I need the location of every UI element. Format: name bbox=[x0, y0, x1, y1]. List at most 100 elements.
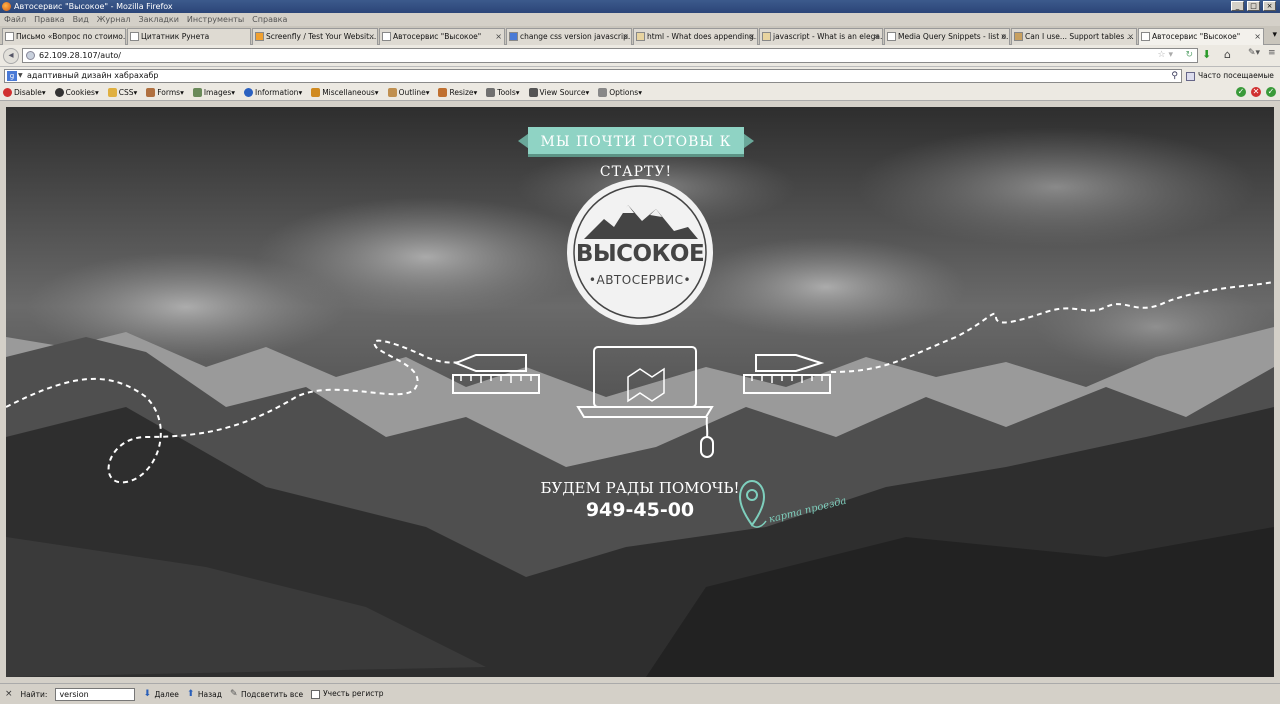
maximize-button[interactable]: □ bbox=[1247, 1, 1260, 11]
find-prev-label: Назад bbox=[197, 689, 222, 699]
web-developer-toolbar: Disable▾ Cookies▾ CSS▾ Forms▾ Images▾ In… bbox=[0, 85, 1280, 101]
search-icon[interactable]: ⚲ bbox=[1171, 70, 1178, 82]
tab[interactable]: Screenfly / Test Your Websit... × bbox=[252, 28, 378, 45]
menu-view[interactable]: Вид bbox=[73, 13, 89, 26]
find-prev-button[interactable]: ⬆ Назад bbox=[186, 688, 222, 699]
close-tab-icon[interactable]: × bbox=[495, 29, 502, 44]
highlight-all-button[interactable]: ✎ Подсветить все bbox=[229, 688, 304, 699]
chevron-down-icon[interactable]: ▼ bbox=[18, 70, 23, 82]
tab-label: change css version javascrip... bbox=[520, 32, 632, 41]
menu-edit[interactable]: Правка bbox=[34, 13, 64, 26]
tab[interactable]: html - What does appending... × bbox=[633, 28, 758, 45]
url-text: 62.109.28.107/auto/ bbox=[39, 51, 121, 60]
dev-label: Resize bbox=[449, 88, 474, 97]
window-title: Автосервис "Высокое" - Mozilla Firefox bbox=[14, 2, 173, 11]
view-source-icon bbox=[528, 88, 538, 97]
miscellaneous-icon bbox=[311, 88, 321, 97]
find-input[interactable]: version bbox=[55, 687, 136, 701]
menu-tools[interactable]: Инструменты bbox=[187, 13, 244, 26]
download-icon[interactable]: ⬇ bbox=[1202, 48, 1211, 61]
search-bar: g ▼ адаптивный дизайн хабрахабр ⚲ Часто … bbox=[0, 67, 1280, 85]
highlight-label: Подсветить все bbox=[240, 689, 304, 699]
dev-label: Miscellaneous bbox=[322, 88, 375, 97]
back-icon[interactable]: ◂ bbox=[3, 48, 19, 64]
bookmark-most-visited[interactable]: Часто посещаемые bbox=[1186, 69, 1274, 83]
dev-disable[interactable]: Disable▾ bbox=[3, 88, 46, 97]
mail-icon bbox=[5, 32, 14, 41]
dev-label: Cookies bbox=[65, 88, 95, 97]
dev-label: Options bbox=[609, 88, 639, 97]
tab-label: html - What does appending... bbox=[647, 32, 758, 41]
url-bar[interactable]: 62.109.28.107/auto/ ☆ ▾ ↻ bbox=[22, 48, 1198, 63]
dev-outline[interactable]: Outline▾ bbox=[387, 88, 429, 97]
close-find-icon[interactable]: × bbox=[5, 689, 13, 699]
list-tabs-icon[interactable]: ▾ bbox=[1272, 30, 1277, 40]
dev-label: Tools bbox=[497, 88, 516, 97]
dev-forms[interactable]: Forms▾ bbox=[146, 88, 184, 97]
tab-label: Автосервис "Высокое" bbox=[393, 32, 482, 41]
check-green-icon[interactable]: ✓ bbox=[1266, 87, 1276, 97]
page-icon bbox=[1141, 32, 1150, 41]
dev-view-source[interactable]: View Source▾ bbox=[528, 88, 589, 97]
dev-tools[interactable]: Tools▾ bbox=[486, 88, 520, 97]
close-tab-icon[interactable]: × bbox=[622, 29, 629, 44]
close-tab-icon[interactable]: × bbox=[1254, 29, 1261, 44]
google-icon: g bbox=[7, 71, 17, 81]
dev-options[interactable]: Options▾ bbox=[598, 88, 642, 97]
error-icon[interactable]: ✕ bbox=[1251, 87, 1261, 97]
match-case-checkbox[interactable]: Учесть регистр bbox=[311, 689, 383, 699]
cookies-icon bbox=[54, 88, 64, 97]
tab-label: Письмо «Вопрос по стоимо... bbox=[16, 32, 126, 41]
stackoverflow-icon bbox=[636, 32, 645, 41]
dev-label: Disable bbox=[14, 88, 42, 97]
menu-help[interactable]: Справка bbox=[252, 13, 287, 26]
find-next-button[interactable]: ⬇ Далее bbox=[143, 689, 178, 699]
close-button[interactable]: × bbox=[1263, 1, 1276, 11]
menu-file[interactable]: Файл bbox=[4, 13, 26, 26]
dev-miscellaneous[interactable]: Miscellaneous▾ bbox=[311, 88, 379, 97]
dev-images[interactable]: Images▾ bbox=[192, 88, 235, 97]
title-bar: Автосервис "Высокое" - Mozilla Firefox _… bbox=[0, 0, 1280, 13]
minimize-button[interactable]: _ bbox=[1231, 1, 1244, 11]
tab[interactable]: Media Query Snippets - list o... × bbox=[884, 28, 1010, 45]
tab-label: javascript - What is an elega... bbox=[773, 32, 883, 41]
logo-title: ВЫСОКОЕ bbox=[575, 241, 705, 267]
close-tab-icon[interactable]: × bbox=[1000, 29, 1007, 44]
stackoverflow-icon bbox=[762, 32, 771, 41]
home-icon[interactable]: ⌂ bbox=[1224, 48, 1231, 61]
arrow-up-icon: ⬆ bbox=[186, 688, 195, 699]
close-tab-icon[interactable]: × bbox=[1127, 29, 1134, 44]
reload-icon[interactable]: ↻ bbox=[1185, 49, 1193, 62]
disable-icon bbox=[3, 88, 12, 97]
tab[interactable]: Цитатник Рунета bbox=[127, 28, 251, 45]
tab[interactable]: Can I use... Support tables ... × bbox=[1011, 28, 1137, 45]
tab-active[interactable]: Автосервис "Высокое" × bbox=[1138, 28, 1264, 46]
tab[interactable]: Письмо «Вопрос по стоимо... bbox=[2, 28, 126, 45]
phone-number[interactable]: 949-45-00 bbox=[540, 499, 740, 521]
page-icon bbox=[887, 32, 896, 41]
tools-icon[interactable]: ✎▾ bbox=[1248, 48, 1260, 58]
dev-resize[interactable]: Resize▾ bbox=[438, 88, 477, 97]
bookmark-star-icon[interactable]: ☆ ▾ bbox=[1158, 49, 1173, 62]
bookmark-folder-icon bbox=[1186, 72, 1195, 81]
dev-information[interactable]: Information▾ bbox=[244, 88, 302, 97]
page-viewport: МЫ ПОЧТИ ГОТОВЫ К СТАРТУ! ВЫСОКОЕ •АВТОС… bbox=[6, 107, 1274, 677]
dev-cookies[interactable]: Cookies▾ bbox=[54, 88, 99, 97]
tab[interactable]: javascript - What is an elega... × bbox=[759, 28, 883, 45]
menu-bookmarks[interactable]: Закладки bbox=[138, 13, 178, 26]
close-tab-icon[interactable]: × bbox=[873, 29, 880, 44]
search-input[interactable]: g ▼ адаптивный дизайн хабрахабр ⚲ bbox=[4, 69, 1182, 83]
checkbox[interactable] bbox=[311, 689, 321, 699]
menu-icon[interactable]: ≡ bbox=[1268, 48, 1276, 58]
check-green-icon[interactable]: ✓ bbox=[1236, 87, 1246, 97]
menu-history[interactable]: Журнал bbox=[97, 13, 131, 26]
close-tab-icon[interactable]: × bbox=[368, 29, 375, 44]
b-icon bbox=[130, 32, 139, 41]
highlight-icon: ✎ bbox=[229, 688, 238, 699]
close-tab-icon[interactable]: × bbox=[748, 29, 755, 44]
tab[interactable]: change css version javascrip... × bbox=[506, 28, 632, 45]
find-bar: × Найти: version ⬇ Далее ⬆ Назад ✎ Подсвети… bbox=[0, 683, 1280, 704]
screenfly-icon bbox=[255, 32, 264, 41]
dev-css[interactable]: CSS▾ bbox=[107, 88, 137, 97]
tab[interactable]: Автосервис "Высокое" × bbox=[379, 28, 505, 45]
